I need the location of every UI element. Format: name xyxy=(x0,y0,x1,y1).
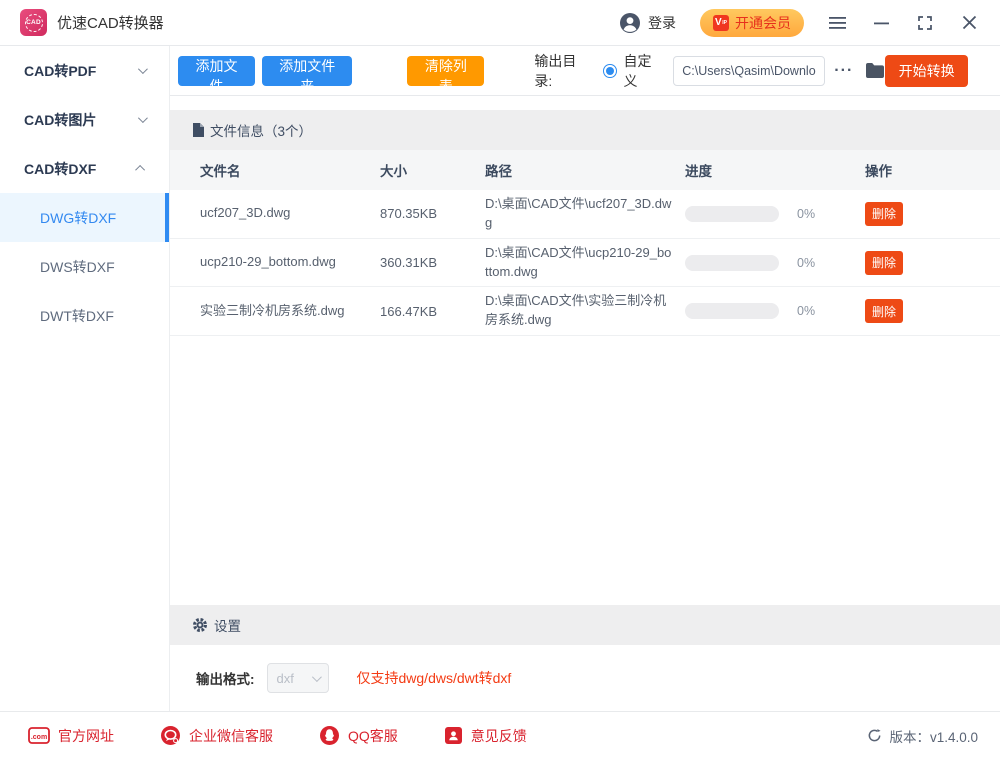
output-format-label: 输出格式: xyxy=(196,668,255,688)
browse-more-button[interactable]: ··· xyxy=(834,62,853,80)
website-icon: .com xyxy=(28,727,50,744)
custom-output-label: 自定义 xyxy=(624,51,664,91)
col-path: 路径 xyxy=(485,160,685,180)
progress-percent: 0% xyxy=(797,256,815,270)
output-format-select[interactable]: dxf xyxy=(267,663,329,693)
empty-area xyxy=(170,336,1000,605)
gear-icon xyxy=(192,617,208,633)
title-bar: CAD 优速CAD转换器 登录 VIP 开通会员 xyxy=(0,0,1000,46)
official-site-link[interactable]: .com 官方网址 xyxy=(28,726,114,746)
sidebar-subitem-dwt-to-dxf[interactable]: DWT转DXF xyxy=(0,291,169,340)
chevron-up-icon xyxy=(135,165,145,175)
progress-bar xyxy=(685,206,779,222)
delete-button[interactable]: 删除 xyxy=(865,299,903,323)
col-filename: 文件名 xyxy=(200,160,380,180)
delete-button[interactable]: 删除 xyxy=(865,202,903,226)
chevron-down-icon xyxy=(138,64,148,74)
folder-icon xyxy=(865,62,885,79)
table-row: 实验三制冷机房系统.dwg 166.47KB D:\桌面\CAD文件\实验三制冷… xyxy=(170,287,1000,336)
app-title: 优速CAD转换器 xyxy=(57,12,164,33)
sidebar-subitem-dws-to-dxf[interactable]: DWS转DXF xyxy=(0,242,169,291)
sidebar-item-cad-to-image[interactable]: CAD转图片 xyxy=(0,95,169,144)
feedback-icon xyxy=(444,726,463,745)
file-info-title: 文件信息（3个） xyxy=(210,120,312,140)
sidebar-item-cad-to-pdf[interactable]: CAD转PDF xyxy=(0,46,169,95)
hamburger-icon xyxy=(829,16,846,30)
settings-title: 设置 xyxy=(214,615,241,635)
maximize-button[interactable] xyxy=(916,14,934,32)
qq-icon xyxy=(319,725,340,746)
col-size: 大小 xyxy=(380,160,485,180)
version-info: 版本：v1.4.0.0 xyxy=(867,726,978,746)
logo-cad-text: CAD xyxy=(25,14,43,32)
file-path: D:\桌面\CAD文件\实验三制冷机房系统.dwg xyxy=(485,287,675,335)
svg-text:.com: .com xyxy=(31,734,47,741)
output-format-row: 输出格式: dxf 仅支持dwg/dws/dwt转dxf xyxy=(170,645,1000,711)
wechat-support-link[interactable]: 企业微信客服 xyxy=(160,725,273,746)
minimize-button[interactable] xyxy=(872,14,890,32)
output-path-input[interactable] xyxy=(673,56,825,86)
footer: .com 官方网址 企业微信客服 QQ客服 意见反馈 版本：v1. xyxy=(0,711,1000,759)
file-size: 360.31KB xyxy=(380,255,485,270)
progress-bar xyxy=(685,255,779,271)
open-folder-button[interactable] xyxy=(865,62,885,79)
toolbar: 添加文件 添加文件夹 清除列表 输出目录: 自定义 ··· 开始转换 xyxy=(170,46,1000,96)
chevron-down-icon xyxy=(138,113,148,123)
menu-button[interactable] xyxy=(828,14,846,32)
file-name: ucf207_3D.dwg xyxy=(200,199,350,228)
radio-dot xyxy=(606,67,614,75)
progress-bar xyxy=(685,303,779,319)
feedback-link[interactable]: 意见反馈 xyxy=(444,726,527,746)
app-logo-icon: CAD xyxy=(20,9,47,36)
wechat-icon xyxy=(160,725,181,746)
add-file-button[interactable]: 添加文件 xyxy=(178,56,255,86)
col-progress: 进度 xyxy=(685,160,865,180)
progress-percent: 0% xyxy=(797,304,815,318)
close-icon xyxy=(962,15,977,30)
col-action: 操作 xyxy=(865,160,970,180)
close-button[interactable] xyxy=(960,14,978,32)
add-folder-button[interactable]: 添加文件夹 xyxy=(262,56,352,86)
file-name: ucp210-29_bottom.dwg xyxy=(200,248,350,277)
table-header: 文件名 大小 路径 进度 操作 xyxy=(170,150,1000,190)
table-row: ucf207_3D.dwg 870.35KB D:\桌面\CAD文件\ucf20… xyxy=(170,190,1000,239)
version-label: 版本：v1.4.0.0 xyxy=(889,726,978,746)
chevron-down-icon xyxy=(311,672,321,682)
sidebar: CAD转PDF CAD转图片 CAD转DXF DWG转DXF DWS转DXF D… xyxy=(0,46,170,711)
sidebar-item-cad-to-dxf[interactable]: CAD转DXF xyxy=(0,144,169,193)
clear-list-button[interactable]: 清除列表 xyxy=(407,56,484,86)
file-name: 实验三制冷机房系统.dwg xyxy=(200,297,350,326)
progress-percent: 0% xyxy=(797,207,815,221)
update-refresh-icon xyxy=(867,728,882,743)
vip-upgrade-button[interactable]: VIP 开通会员 xyxy=(700,9,804,37)
qq-support-link[interactable]: QQ客服 xyxy=(319,725,398,746)
custom-output-radio[interactable] xyxy=(603,64,616,78)
maximize-icon xyxy=(917,15,933,31)
user-avatar-icon xyxy=(619,12,641,34)
login-label: 登录 xyxy=(648,13,676,33)
vip-label: 开通会员 xyxy=(735,13,791,33)
file-info-band: 文件信息（3个） xyxy=(170,110,1000,150)
file-size: 870.35KB xyxy=(380,206,485,221)
file-path: D:\桌面\CAD文件\ucf207_3D.dwg xyxy=(485,190,675,238)
delete-button[interactable]: 删除 xyxy=(865,251,903,275)
start-convert-button[interactable]: 开始转换 xyxy=(885,55,968,87)
file-size: 166.47KB xyxy=(380,304,485,319)
file-path: D:\桌面\CAD文件\ucp210-29_bottom.dwg xyxy=(485,239,675,287)
minimize-icon xyxy=(874,16,889,30)
document-icon xyxy=(192,123,204,137)
output-dir-label: 输出目录: xyxy=(534,51,591,91)
vip-icon: VIP xyxy=(713,15,729,31)
login-button[interactable]: 登录 xyxy=(619,12,676,34)
format-support-note: 仅支持dwg/dws/dwt转dxf xyxy=(357,668,512,688)
sidebar-subitem-dwg-to-dxf[interactable]: DWG转DXF xyxy=(0,193,169,242)
table-row: ucp210-29_bottom.dwg 360.31KB D:\桌面\CAD文… xyxy=(170,239,1000,288)
settings-band: 设置 xyxy=(170,605,1000,645)
